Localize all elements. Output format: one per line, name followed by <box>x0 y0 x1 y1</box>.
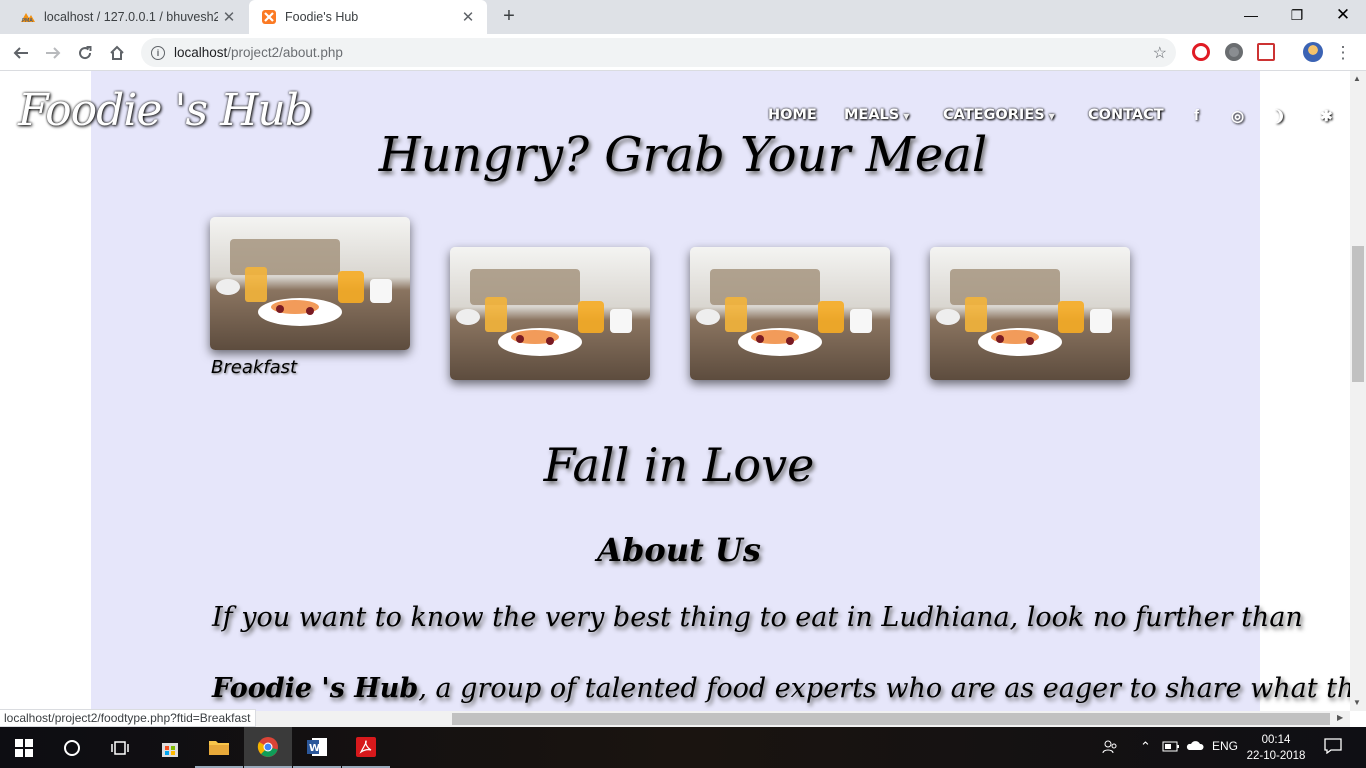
address-bar[interactable]: i localhost/project2/about.php ☆ <box>141 38 1176 67</box>
web-page: Foodie 's Hub HOME MEALS ▼ CATEGORIES ▼ CO… <box>0 71 1350 711</box>
tab-title: Foodie's Hub <box>285 10 359 24</box>
meal-card-3[interactable] <box>690 247 890 380</box>
pocket-icon[interactable] <box>1257 43 1275 61</box>
battery-icon[interactable] <box>1162 739 1180 756</box>
phpmyadmin-icon: PMA <box>20 9 36 25</box>
language-indicator[interactable]: ENG <box>1212 739 1238 753</box>
word-icon[interactable]: W <box>293 727 341 768</box>
vertical-scroll-thumb[interactable] <box>1352 246 1364 382</box>
opera-icon[interactable] <box>1192 43 1210 61</box>
windows-start-icon[interactable] <box>0 727 48 768</box>
chrome-icon[interactable] <box>244 727 292 768</box>
food-image <box>450 247 650 380</box>
horizontal-scroll-thumb[interactable] <box>452 713 1330 725</box>
menu-icon[interactable]: ⋮ <box>1330 40 1356 66</box>
food-image <box>690 247 890 380</box>
close-tab-icon[interactable]: ✕ <box>457 8 479 26</box>
people-icon[interactable] <box>1102 739 1118 758</box>
home-icon[interactable] <box>104 40 130 66</box>
xampp-icon <box>261 9 277 25</box>
meal-card-2[interactable] <box>450 247 650 380</box>
about-paragraph-line2: Foodie 's Hub, a group of talented food … <box>212 673 1350 704</box>
breakfast-image <box>210 217 410 350</box>
onedrive-icon[interactable] <box>1186 739 1204 754</box>
tab-strip: PMA localhost / 127.0.0.1 / bhuvesh20 ✕ … <box>0 0 1366 34</box>
section-heading: Fall in Love <box>543 438 815 492</box>
close-window-icon[interactable]: ✕ <box>1320 0 1366 30</box>
vertical-scrollbar[interactable] <box>1350 71 1366 711</box>
reload-icon[interactable] <box>72 40 98 66</box>
close-tab-icon[interactable]: ✕ <box>218 8 240 26</box>
restore-icon[interactable]: ❐ <box>1274 0 1320 30</box>
facebook-icon[interactable]: f <box>1194 107 1199 124</box>
notifications-icon[interactable] <box>1324 738 1342 757</box>
snapchat-icon[interactable]: ✱ <box>1320 107 1333 125</box>
taskbar: W ⌃ ENG 00:14 22-10-2018 <box>0 727 1366 768</box>
nav-meals[interactable]: MEALS ▼ <box>844 107 909 123</box>
tab-foodies-hub[interactable]: Foodie's Hub ✕ <box>249 0 487 34</box>
about-title: About Us <box>597 531 761 569</box>
about-paragraph-line1: If you want to know the very best thing … <box>212 602 1303 633</box>
avatar[interactable] <box>1303 42 1323 62</box>
file-explorer-icon[interactable] <box>195 727 243 768</box>
nav-contact[interactable]: CONTACT <box>1088 107 1164 123</box>
new-tab-button[interactable]: + <box>498 5 520 28</box>
search-icon[interactable] <box>48 727 96 768</box>
nav-categories[interactable]: CATEGORIES ▼ <box>943 107 1055 123</box>
svg-text:W: W <box>309 743 320 754</box>
store-icon[interactable] <box>146 727 194 768</box>
info-icon[interactable]: i <box>151 45 165 60</box>
task-view-icon[interactable] <box>96 727 144 768</box>
back-icon[interactable] <box>8 40 34 66</box>
chevron-down-icon: ▼ <box>1048 112 1055 121</box>
acrobat-icon[interactable] <box>342 727 390 768</box>
chevron-up-icon[interactable]: ⌃ <box>1140 739 1151 755</box>
tab-title: localhost / 127.0.0.1 / bhuvesh20 <box>44 10 218 24</box>
status-bar: localhost/project2/foodtype.php?ftid=Bre… <box>0 709 256 727</box>
clock-date: 22-10-2018 <box>1246 750 1306 762</box>
forward-icon[interactable] <box>40 40 66 66</box>
meal-card-4[interactable] <box>930 247 1130 380</box>
url-text: localhost/project2/about.php <box>174 45 343 60</box>
page-heading: Hungry? Grab Your Meal <box>378 127 988 183</box>
extension-icon[interactable] <box>1225 43 1243 61</box>
brand-name: Foodie 's Hub <box>212 673 419 704</box>
chevron-down-icon: ▼ <box>903 112 910 121</box>
tab-phpmyadmin[interactable]: PMA localhost / 127.0.0.1 / bhuvesh20 ✕ <box>8 0 248 34</box>
clock[interactable]: 00:14 22-10-2018 <box>1244 732 1308 764</box>
food-image <box>930 247 1130 380</box>
clock-time: 00:14 <box>1261 734 1291 746</box>
scroll-down-icon[interactable]: ▼ <box>1353 698 1361 707</box>
scroll-right-icon[interactable]: ▶ <box>1337 713 1343 722</box>
svg-text:PMA: PMA <box>22 18 33 23</box>
instagram-icon[interactable]: ◎ <box>1231 107 1244 125</box>
nav-home[interactable]: HOME <box>768 107 817 123</box>
bookmark-star-icon[interactable]: ☆ <box>1153 43 1167 63</box>
meal-card-breakfast[interactable] <box>210 217 410 350</box>
minimize-icon[interactable]: — <box>1228 0 1274 30</box>
twitter-icon[interactable]: ❩ <box>1273 107 1286 125</box>
browser-toolbar: i localhost/project2/about.php ☆ ⋮ <box>0 34 1366 71</box>
scroll-up-icon[interactable]: ▲ <box>1353 74 1361 83</box>
meal-card-label[interactable]: Breakfast <box>211 357 297 378</box>
